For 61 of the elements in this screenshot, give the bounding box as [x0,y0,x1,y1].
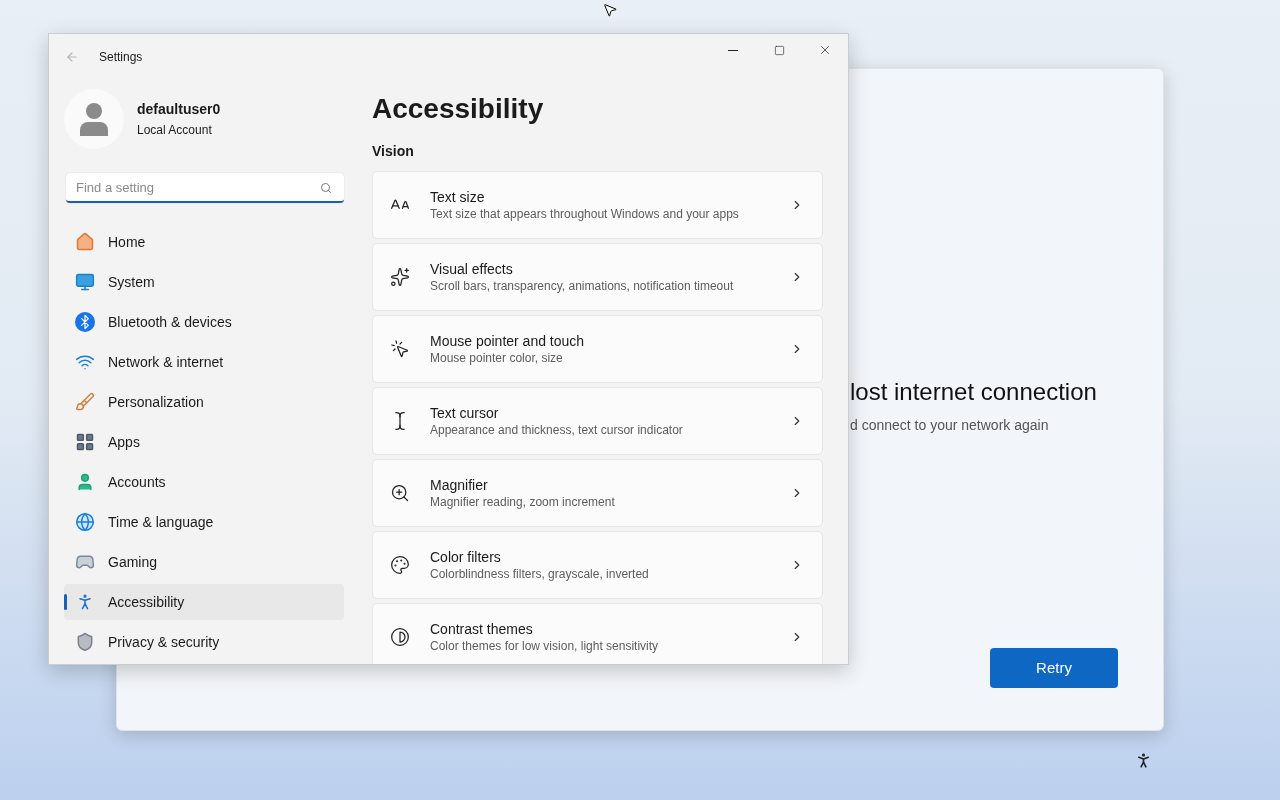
nav-item[interactable]: Gaming [64,544,344,580]
nav-item[interactable]: System [64,264,344,300]
close-icon [818,43,832,57]
minimize-icon [728,49,738,51]
globe-icon [75,512,95,532]
brush-icon [75,392,95,412]
pointer-icon [390,339,410,359]
nav-item[interactable]: Network & internet [64,344,344,380]
apps-icon [75,432,95,452]
card-description: Colorblindness filters, grayscale, inverted [430,566,650,582]
monitor-icon [75,272,95,292]
nav-item[interactable]: Personalization [64,384,344,420]
settings-card[interactable]: Text size Text size that appears throughout Windows and your apps [372,171,823,239]
card-title: Visual effects [430,260,514,278]
card-title: Text size [430,188,486,206]
card-title: Mouse pointer and touch [430,332,586,350]
window-title: Settings [99,49,143,66]
contrast-icon [390,627,410,647]
card-description: Magnifier reading, zoom increment [430,494,616,510]
settings-card[interactable]: Visual effects Scroll bars, transparency, animations, notification timeout [372,243,823,311]
person-icon [79,102,109,136]
card-description: Scroll bars, transparency, animations, notification timeout [430,278,735,294]
retry-button[interactable]: Retry [990,648,1118,688]
nav-item[interactable]: Home [64,224,344,260]
user-name: defaultuser0 [137,100,221,119]
settings-card[interactable]: Magnifier Magnifier reading, zoom increment [372,459,823,527]
card-title: Contrast themes [430,620,534,638]
zoom-in-icon [390,483,410,503]
shield-icon [75,632,95,652]
gamepad-icon [75,552,95,572]
settings-card[interactable]: Text cursor Appearance and thickness, text cursor indicator [372,387,823,455]
search-field[interactable]: Find a setting [66,173,344,203]
card-description: Mouse pointer color, size [430,350,564,366]
search-icon [320,182,332,194]
card-title: Magnifier [430,476,489,494]
section-heading: Vision [372,142,415,161]
settings-card[interactable]: Mouse pointer and touch Mouse pointer color, size [372,315,823,383]
page-title: Accessibility [372,92,545,126]
nav-item[interactable]: Accessibility [64,584,344,620]
setup-heading: lost internet connection [850,377,1097,407]
account-type: Local Account [137,122,213,139]
wifi-icon [75,352,95,372]
card-title: Color filters [430,548,502,566]
card-title: Text cursor [430,404,500,422]
nav-item[interactable]: Apps [64,424,344,460]
settings-card[interactable]: Contrast themes Color themes for low vision, light sensitivity [372,603,823,664]
home-icon [75,232,95,252]
bluetooth-icon [75,312,95,332]
settings-card[interactable]: Color filters Colorblindness filters, grayscale, inverted [372,531,823,599]
nav-item[interactable]: Time & language [64,504,344,540]
nav-item[interactable]: Accounts [64,464,344,500]
setup-message: d connect to your network again [850,416,1050,435]
nav-item[interactable]: Bluetooth & devices [64,304,344,340]
card-description: Appearance and thickness, text cursor indicator [430,422,684,438]
maximize-icon [773,44,785,56]
palette-icon [390,555,410,575]
card-description: Color themes for low vision, light sensitivity [430,638,660,654]
nav-item[interactable]: Privacy & security [64,624,344,660]
card-description: Text size that appears throughout Windows and your apps [430,206,740,222]
person-icon [75,472,95,492]
sparkles-icon [390,267,410,287]
